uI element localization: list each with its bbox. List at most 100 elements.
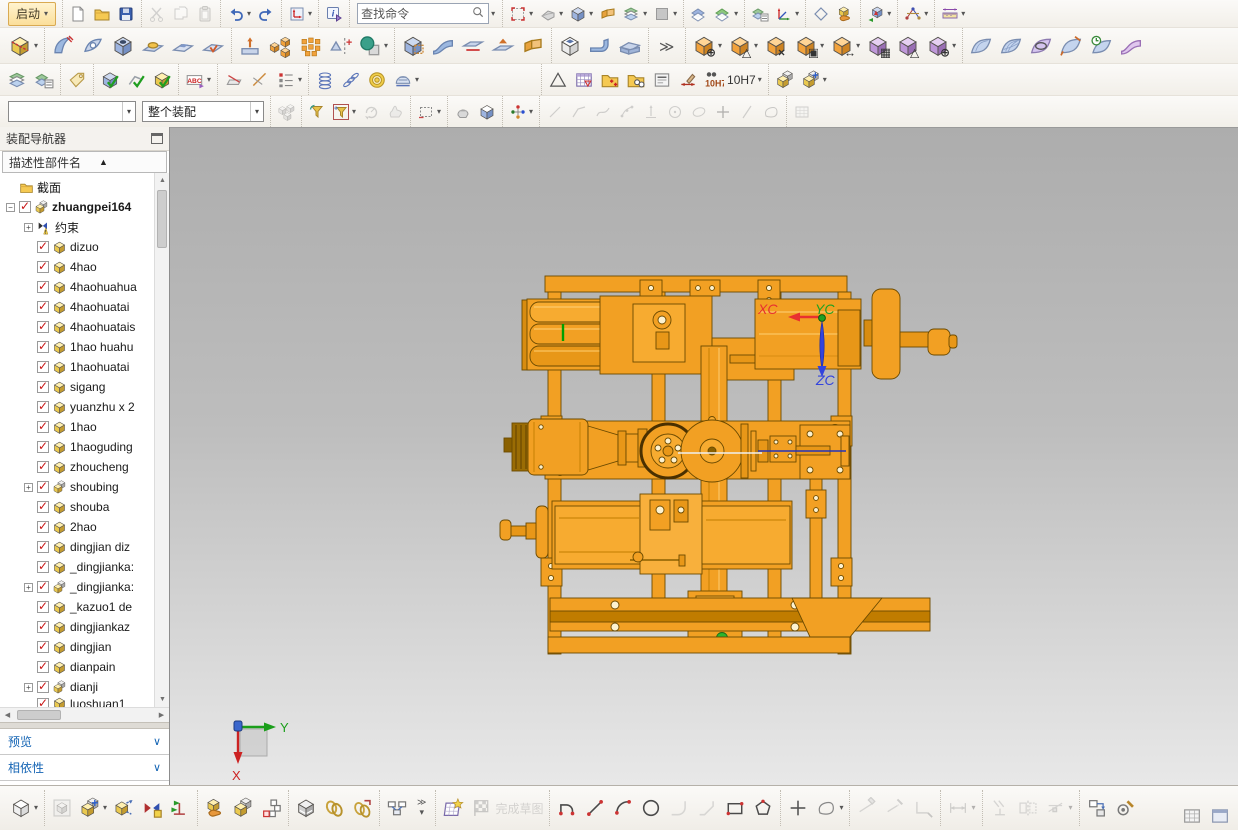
alternate-solution-icon[interactable]: [1112, 796, 1138, 820]
scroll-right-icon[interactable]: ▶: [154, 708, 169, 723]
orient-view-icon[interactable]: ▾: [286, 4, 314, 24]
vertical-scrollbar[interactable]: ▲ ▼: [154, 173, 169, 707]
unite-boolean-icon[interactable]: ▾: [356, 33, 390, 59]
background-icon[interactable]: ▾: [651, 4, 679, 24]
vertical-scroll-thumb[interactable]: [157, 190, 167, 248]
hole-icon[interactable]: [109, 33, 137, 59]
tree-item--dingjianka-[interactable]: _dingjianka:: [0, 557, 154, 577]
tree-item-1haoguding[interactable]: 1haoguding: [0, 437, 154, 457]
redo-icon[interactable]: [255, 4, 277, 24]
section-view-icon[interactable]: ▾: [621, 4, 649, 24]
assembly-constraints-icon[interactable]: [139, 796, 165, 820]
gold-assembly-alt-icon[interactable]: + ▾: [799, 69, 829, 91]
component-checkbox[interactable]: [37, 679, 49, 693]
n-sided-surface-icon[interactable]: [1027, 33, 1055, 59]
layer-settings-icon[interactable]: [749, 4, 771, 24]
extract-body-icon[interactable]: [489, 33, 517, 59]
tree-item-1hao[interactable]: 1hao: [0, 417, 154, 437]
point-icon[interactable]: [785, 796, 811, 820]
resize-face-icon[interactable]: ↔▾: [828, 33, 862, 59]
tree-item-sigang[interactable]: sigang: [0, 377, 154, 397]
component-checkbox[interactable]: [19, 199, 31, 213]
thread-icon[interactable]: [313, 69, 337, 91]
examine-geometry-icon[interactable]: [98, 69, 122, 91]
datum-csys-icon[interactable]: [222, 69, 246, 91]
move-component-icon[interactable]: [111, 796, 137, 820]
tree-item-yuanzhu-x-2[interactable]: yuanzhu x 2: [0, 397, 154, 417]
tree-item--dingjianka-[interactable]: + _dingjianka:: [0, 577, 154, 597]
interpart-link-icon[interactable]: [321, 796, 347, 820]
component-checkbox[interactable]: [37, 379, 49, 393]
polygon-icon[interactable]: [750, 796, 776, 820]
tree-item-zhuangpei164[interactable]: − zhuangpei164: [0, 197, 154, 217]
tolerance-fit-icon[interactable]: 10H710H7▾: [702, 69, 764, 91]
studio-surface-icon[interactable]: [1117, 33, 1145, 59]
object-info-icon[interactable]: [810, 4, 832, 24]
collapse-icon[interactable]: −: [6, 202, 15, 212]
open-file-icon[interactable]: [91, 4, 113, 24]
snap-view-icon[interactable]: ▾: [537, 4, 565, 24]
triangle-symbol-icon[interactable]: [546, 69, 570, 91]
tree-item-dianji[interactable]: + dianji: [0, 677, 154, 697]
relations-browser-icon[interactable]: [349, 796, 375, 820]
preview-section-header[interactable]: 预览 ∨: [0, 729, 169, 755]
component-checkbox[interactable]: [37, 519, 49, 533]
sketch-in-task-icon[interactable]: [440, 796, 466, 820]
undo-icon[interactable]: ▾: [225, 4, 253, 24]
through-curves-icon[interactable]: [967, 33, 995, 59]
annotation-note-icon[interactable]: [650, 69, 674, 91]
tree-item--kazuo1-de[interactable]: _kazuo1 de: [0, 597, 154, 617]
revolve-icon[interactable]: [79, 33, 107, 59]
line-icon[interactable]: [582, 796, 608, 820]
tree-item-shoubing[interactable]: + shoubing: [0, 477, 154, 497]
point-folder-icon[interactable]: [598, 69, 622, 91]
delete-face-icon[interactable]: ×: [762, 33, 790, 59]
spring-icon[interactable]: [339, 69, 363, 91]
rectangle-icon[interactable]: [722, 796, 748, 820]
shaded-cut-icon[interactable]: [476, 102, 498, 122]
add-component-icon[interactable]: + ▾: [77, 796, 109, 820]
component-checkbox[interactable]: [37, 299, 49, 313]
pad-icon[interactable]: [199, 33, 227, 59]
horizontal-scrollbar[interactable]: ◀ ▶: [0, 707, 169, 722]
stone-display-icon[interactable]: [452, 102, 474, 122]
pattern-feature-icon[interactable]: [266, 33, 294, 59]
pattern-curve-icon[interactable]: ▾: [813, 796, 845, 820]
ruled-surface-icon[interactable]: [429, 33, 457, 59]
wcs-display-icon[interactable]: ▾: [773, 4, 801, 24]
tree-item-dizuo[interactable]: dizuo: [0, 237, 154, 257]
view-layers-icon[interactable]: [6, 69, 30, 91]
edit-section-icon[interactable]: △: [894, 33, 922, 59]
component-checkbox[interactable]: [37, 399, 49, 413]
datum-plane-icon[interactable]: ▾: [6, 33, 40, 59]
component-checkbox[interactable]: [37, 239, 49, 253]
offset-region-icon[interactable]: △ ▾: [726, 33, 760, 59]
profile-icon[interactable]: [554, 796, 580, 820]
verify-body-icon[interactable]: [150, 69, 174, 91]
new-file-icon[interactable]: [67, 4, 89, 24]
window-status-icon[interactable]: [1207, 804, 1233, 828]
component-checkbox[interactable]: [37, 479, 49, 493]
tree-item-dingjiankaz[interactable]: dingjiankaz: [0, 617, 154, 637]
convert-reference-icon[interactable]: [1084, 796, 1110, 820]
column-header[interactable]: 描述性部件名 ▲: [2, 151, 167, 173]
boss-icon[interactable]: [139, 33, 167, 59]
face-analysis-icon[interactable]: [597, 4, 619, 24]
show-adjacent-icon[interactable]: ▾: [712, 4, 740, 24]
circle-icon[interactable]: [638, 796, 664, 820]
float-panel-icon[interactable]: [151, 133, 163, 144]
component-checkbox[interactable]: [37, 619, 49, 633]
measure-icon[interactable]: ▾: [939, 4, 967, 24]
component-checkbox[interactable]: [37, 539, 49, 553]
fit-view-icon[interactable]: ▾: [507, 4, 535, 24]
component-checkbox[interactable]: [37, 419, 49, 433]
tree-item-shouba[interactable]: shouba: [0, 497, 154, 517]
tree-item--[interactable]: 截面: [0, 177, 154, 197]
flange-icon[interactable]: [586, 33, 614, 59]
tree-item-4hao[interactable]: 4hao: [0, 257, 154, 277]
offset-raise-icon[interactable]: [236, 33, 264, 59]
rectangle-select-icon[interactable]: ▾: [415, 102, 443, 122]
expand-icon[interactable]: +: [24, 582, 33, 592]
part-family-table-icon[interactable]: [572, 69, 596, 91]
component-checkbox[interactable]: [37, 579, 49, 593]
